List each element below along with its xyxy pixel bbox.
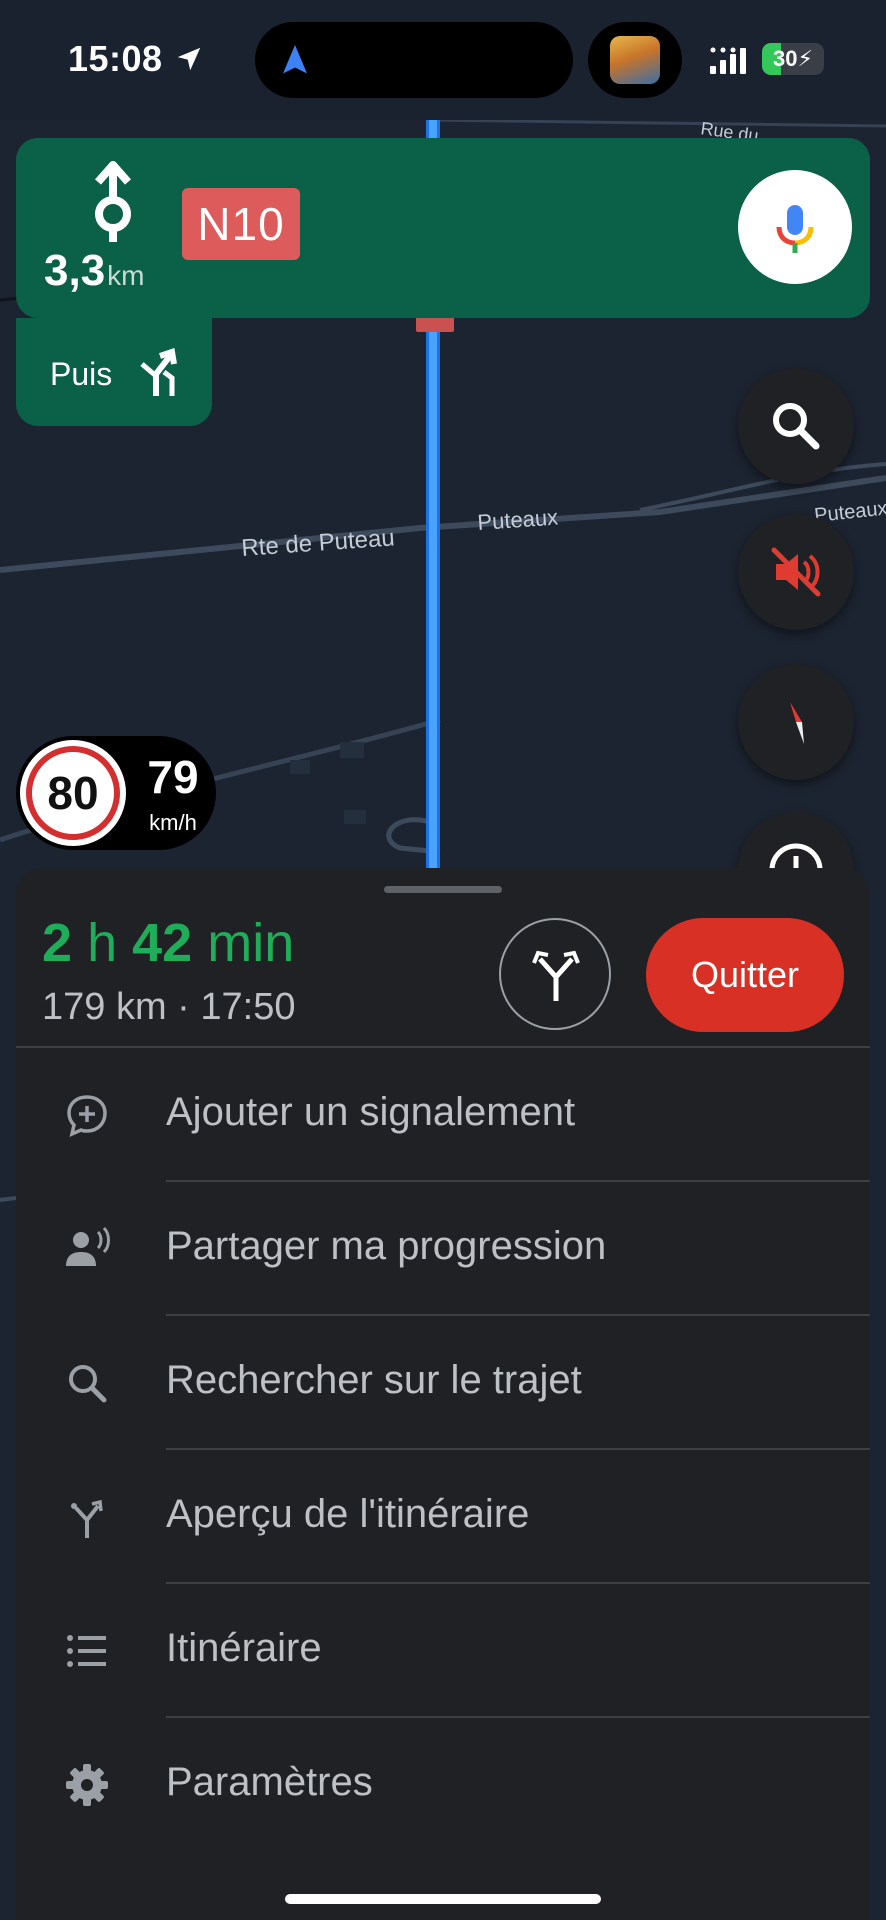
menu-item-add-report[interactable]: Ajouter un signalement: [16, 1048, 870, 1182]
roundabout-straight-icon: [95, 161, 131, 242]
menu-label: Aperçu de l'itinéraire: [166, 1492, 530, 1536]
search-button[interactable]: [738, 368, 854, 484]
sheet-handle[interactable]: [384, 886, 502, 893]
eta-minutes: 42: [132, 913, 193, 973]
live-activity[interactable]: [588, 22, 682, 98]
dynamic-island[interactable]: [255, 22, 573, 98]
menu-label: Partager ma progression: [166, 1224, 607, 1268]
compass-button[interactable]: [738, 664, 854, 780]
eta-minutes-unit: min: [207, 913, 295, 973]
mic-icon: [776, 205, 814, 253]
menu-label: Ajouter un signalement: [166, 1090, 576, 1134]
menu-label: Rechercher sur le trajet: [166, 1358, 582, 1402]
route-overview-icon: [71, 1499, 103, 1538]
road-sign: N10: [182, 188, 300, 260]
compass-icon: [790, 702, 804, 744]
navigation-arrow-icon: [283, 45, 307, 74]
fork-route-icon: [532, 950, 580, 1001]
eta-duration: 2 h 42 min: [42, 912, 294, 974]
menu-label: Paramètres: [166, 1760, 373, 1804]
current-speed: 79: [147, 751, 199, 803]
distance-unit: km: [107, 260, 145, 291]
share-progress-icon: [66, 1226, 110, 1266]
app-thumbnail: [610, 36, 660, 84]
keep-right-icon: [140, 348, 177, 396]
eta-hours: 2: [42, 913, 73, 973]
speed-limit-value: 80: [47, 767, 99, 819]
menu-item-share-progress[interactable]: Partager ma progression: [16, 1182, 870, 1316]
status-time: 15:08: [68, 38, 163, 79]
speed-unit: km/h: [149, 810, 197, 835]
location-arrow-icon: [177, 47, 201, 71]
distance-value: 3,3: [44, 246, 106, 295]
speed-indicator: 80 79 km/h: [16, 736, 216, 850]
trip-summary: 179 km · 17:50: [42, 986, 296, 1028]
menu-item-search-route[interactable]: Rechercher sur le trajet: [16, 1316, 870, 1450]
search-icon: [69, 1365, 107, 1403]
navigation-banner[interactable]: 3,3km N10: [16, 138, 870, 318]
search-icon: [773, 403, 820, 450]
menu-item-settings[interactable]: Paramètres: [16, 1718, 870, 1852]
quit-button[interactable]: Quitter: [646, 918, 844, 1032]
menu-item-route-overview[interactable]: Aperçu de l'itinéraire: [16, 1450, 870, 1584]
trip-sheet[interactable]: 2 h 42 min 179 km · 17:50 Quitter Ajoute…: [16, 868, 870, 1920]
battery-level-text: 30⚡: [773, 46, 813, 71]
alternate-routes-button[interactable]: [499, 918, 611, 1030]
then-label: Puis: [50, 356, 113, 392]
add-report-icon: [67, 1095, 107, 1138]
cellular-signal-icon: [710, 47, 746, 74]
status-bar: 15:08 30⚡: [0, 0, 886, 120]
menu-item-directions[interactable]: Itinéraire: [16, 1584, 870, 1718]
gear-icon: [66, 1764, 108, 1806]
home-indicator[interactable]: [285, 1894, 601, 1904]
maneuver-distance: 3,3km: [44, 246, 145, 296]
voice-search-button[interactable]: [738, 170, 852, 284]
menu-label: Itinéraire: [166, 1626, 322, 1670]
mute-button[interactable]: [738, 514, 854, 630]
battery-indicator: 30⚡: [762, 43, 824, 75]
speed-limit-sign: 80: [20, 740, 126, 846]
next-maneuver-card[interactable]: Puis: [16, 318, 212, 426]
list-icon: [67, 1635, 106, 1667]
eta-hours-unit: h: [87, 913, 118, 973]
sound-muted-icon: [771, 547, 821, 597]
